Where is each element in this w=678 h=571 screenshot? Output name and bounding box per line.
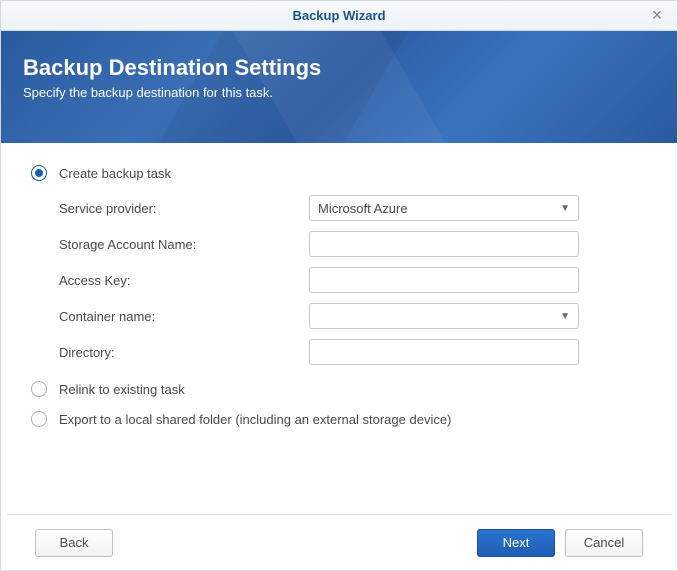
access-key-input[interactable]	[309, 267, 579, 293]
row-container-name: Container name: ▼	[59, 303, 647, 329]
option-label: Relink to existing task	[59, 382, 185, 397]
row-directory: Directory:	[59, 339, 647, 365]
label-container-name: Container name:	[59, 309, 309, 324]
option-label: Create backup task	[59, 166, 171, 181]
page-subtitle: Specify the backup destination for this …	[23, 85, 655, 100]
chevron-down-icon: ▼	[560, 311, 570, 322]
next-button[interactable]: Next	[477, 529, 555, 557]
chevron-down-icon: ▼	[560, 203, 570, 214]
back-button[interactable]: Back	[35, 529, 113, 557]
option-export[interactable]: Export to a local shared folder (includi…	[31, 411, 647, 427]
radio-relink[interactable]	[31, 381, 47, 397]
row-access-key: Access Key:	[59, 267, 647, 293]
create-backup-form: Service provider: Microsoft Azure ▼ Stor…	[31, 195, 647, 365]
service-provider-value: Microsoft Azure	[318, 201, 408, 216]
header-banner: Backup Destination Settings Specify the …	[1, 31, 677, 143]
row-service-provider: Service provider: Microsoft Azure ▼	[59, 195, 647, 221]
radio-create-backup[interactable]	[31, 165, 47, 181]
row-storage-account: Storage Account Name:	[59, 231, 647, 257]
option-label: Export to a local shared folder (includi…	[59, 412, 451, 427]
footer: Back Next Cancel	[7, 514, 671, 570]
directory-input[interactable]	[309, 339, 579, 365]
radio-export[interactable]	[31, 411, 47, 427]
label-service-provider: Service provider:	[59, 201, 309, 216]
label-storage-account: Storage Account Name:	[59, 237, 309, 252]
titlebar: Backup Wizard ×	[1, 1, 677, 31]
label-directory: Directory:	[59, 345, 309, 360]
close-icon[interactable]: ×	[647, 6, 667, 26]
storage-account-input[interactable]	[309, 231, 579, 257]
label-access-key: Access Key:	[59, 273, 309, 288]
option-relink[interactable]: Relink to existing task	[31, 381, 647, 397]
cancel-button[interactable]: Cancel	[565, 529, 643, 557]
option-create-backup[interactable]: Create backup task	[31, 165, 647, 181]
container-name-select[interactable]: ▼	[309, 303, 579, 329]
service-provider-select[interactable]: Microsoft Azure ▼	[309, 195, 579, 221]
content-area: Create backup task Service provider: Mic…	[1, 143, 677, 427]
window-title: Backup Wizard	[292, 8, 385, 23]
page-title: Backup Destination Settings	[23, 55, 655, 81]
